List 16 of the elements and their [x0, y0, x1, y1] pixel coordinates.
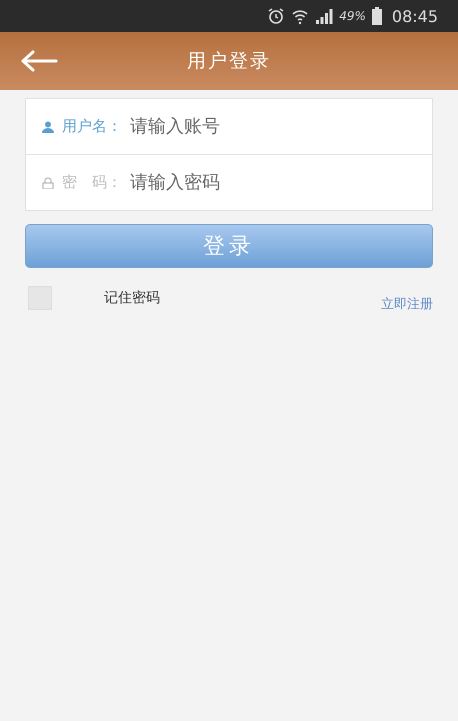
battery-percent: 49% [339, 9, 366, 23]
field-label: 密 码： [62, 173, 122, 192]
remember-label: 记住密码 [104, 289, 160, 307]
text-input[interactable]: 请输入账号 [130, 106, 432, 146]
text-input[interactable]: 请输入密码 [130, 162, 432, 202]
back-arrow-icon[interactable] [20, 50, 58, 72]
field-label: 用户名： [62, 117, 122, 136]
alarm-icon [267, 7, 286, 25]
clock-time: 08:45 [392, 6, 438, 26]
register-link[interactable]: 立即注册 [381, 295, 433, 313]
signal-icon [315, 8, 334, 24]
battery-icon [372, 7, 382, 25]
login-button[interactable]: 登录 [25, 224, 433, 268]
page-title: 用户登录 [187, 49, 271, 74]
lock-icon [42, 176, 54, 188]
user-icon [42, 120, 54, 132]
